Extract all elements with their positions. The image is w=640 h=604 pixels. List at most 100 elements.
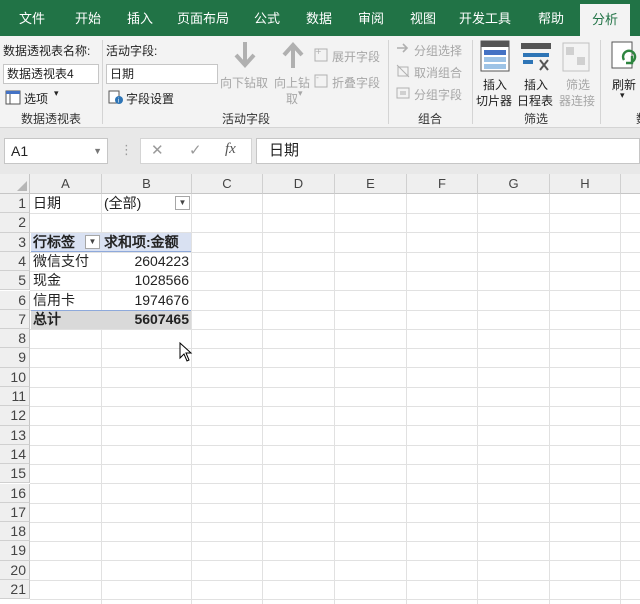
row-header[interactable]: 6 <box>0 290 30 310</box>
row-header[interactable]: 18 <box>0 522 30 542</box>
tab-insert[interactable]: 插入 <box>114 0 166 36</box>
tab-developer[interactable]: 开发工具 <box>452 0 518 36</box>
field-settings-icon: i <box>108 89 124 108</box>
collapse-field-button[interactable]: 折叠字段 <box>332 74 380 91</box>
drill-up-button[interactable]: 向上钻 <box>274 74 310 91</box>
filter-connections-label-line2: 器连接 <box>559 94 596 108</box>
group-label-active-field: 活动字段 <box>221 112 270 126</box>
arrow-up-icon <box>280 40 306 73</box>
row-header[interactable]: 8 <box>0 329 30 349</box>
row-header[interactable]: 13 <box>0 425 30 445</box>
pivot-value-header[interactable]: 求和项:金额 <box>102 233 191 252</box>
column-header-next[interactable] <box>621 174 640 194</box>
name-box[interactable]: A1 ▼ <box>4 138 108 164</box>
options-chevron-down-icon[interactable]: ▾ <box>54 88 59 99</box>
column-header-g[interactable]: G <box>478 174 550 194</box>
tab-help[interactable]: 帮助 <box>528 0 574 36</box>
more-options-icon[interactable]: ⋮ <box>120 142 133 158</box>
drill-down-button[interactable]: 向下钻取 <box>220 74 268 91</box>
svg-text:-: - <box>316 74 319 82</box>
row-header[interactable]: 3 <box>0 232 30 252</box>
column-header-d[interactable]: D <box>263 174 335 194</box>
tab-file[interactable]: 文件 <box>6 0 58 36</box>
worksheet-grid[interactable]: A B C D E F G H 1 2 3 4 5 6 7 8 9 10 11 … <box>0 174 640 604</box>
tab-data[interactable]: 数据 <box>296 0 342 36</box>
column-header-c[interactable]: C <box>192 174 263 194</box>
group-label-pivottable: 数据透视表 <box>20 112 81 126</box>
row-header[interactable]: 15 <box>0 464 30 484</box>
slicer-icon <box>480 40 510 75</box>
column-header-f[interactable]: F <box>407 174 478 194</box>
tab-view[interactable]: 视图 <box>400 0 446 36</box>
row-header[interactable]: 7 <box>0 309 30 330</box>
column-header-h[interactable]: H <box>550 174 621 194</box>
filter-dropdown-icon[interactable]: ▼ <box>175 196 190 210</box>
insert-function-icon[interactable]: fx <box>225 141 236 158</box>
gridline <box>620 194 621 604</box>
row-header[interactable]: 20 <box>0 560 30 580</box>
pivot-filter-field[interactable]: 日期 <box>31 194 101 213</box>
pivot-row-label[interactable]: 微信支付 <box>31 252 101 271</box>
group-field-button[interactable]: 分组字段 <box>414 86 462 103</box>
gridline <box>30 367 640 369</box>
cancel-icon[interactable]: ✕ <box>151 141 164 159</box>
row-header[interactable]: 19 <box>0 541 30 561</box>
pivot-filter-value[interactable]: (全部) <box>102 194 172 213</box>
row-header[interactable]: 5 <box>0 271 30 291</box>
tab-analyze[interactable]: 分析 <box>580 4 630 36</box>
column-header-a[interactable]: A <box>30 174 102 194</box>
pivot-row-value[interactable]: 2604223 <box>102 252 191 271</box>
row-header[interactable]: 4 <box>0 251 30 272</box>
column-header-b[interactable]: B <box>102 174 192 194</box>
formula-input[interactable]: 日期 <box>256 138 640 164</box>
refresh-icon <box>610 40 638 75</box>
gridline <box>30 521 640 523</box>
row-header[interactable]: 21 <box>0 580 30 600</box>
row-header[interactable]: 12 <box>0 406 30 426</box>
filter-connections-button[interactable]: 筛选 <box>566 76 590 93</box>
row-header[interactable]: 17 <box>0 502 30 523</box>
row-labels-filter-icon[interactable]: ▼ <box>85 235 100 249</box>
options-button[interactable]: 选项 <box>24 90 48 107</box>
tab-home[interactable]: 开始 <box>62 0 114 36</box>
pivot-row-value[interactable]: 1974676 <box>102 291 191 310</box>
pivot-row-value[interactable]: 1028566 <box>102 271 191 290</box>
enter-icon[interactable]: ✓ <box>189 141 202 159</box>
row-header[interactable]: 1 <box>0 194 30 214</box>
row-header[interactable]: 2 <box>0 213 30 233</box>
chevron-down-icon[interactable]: ▼ <box>93 139 102 163</box>
select-all-button[interactable] <box>0 174 30 194</box>
tab-formulas[interactable]: 公式 <box>244 0 290 36</box>
gridline <box>30 502 640 504</box>
pivot-total-value[interactable]: 5607465 <box>102 310 191 329</box>
group-selection-button[interactable]: 分组选择 <box>414 42 462 59</box>
pivot-row-label[interactable]: 信用卡 <box>31 291 101 310</box>
row-header[interactable]: 10 <box>0 367 30 387</box>
pivot-total-label[interactable]: 总计 <box>31 310 101 329</box>
row-header[interactable]: 11 <box>0 387 30 407</box>
row-header[interactable]: 9 <box>0 348 30 368</box>
ungroup-button[interactable]: 取消组合 <box>414 64 462 81</box>
insert-timeline-button[interactable]: 插入 <box>524 76 548 93</box>
field-settings-button[interactable]: 字段设置 <box>126 90 174 107</box>
column-header-e[interactable]: E <box>335 174 407 194</box>
formula-bar: A1 ▼ ⋮ ✕ ✓ fx 日期 <box>0 128 640 174</box>
row-header[interactable]: 14 <box>0 444 30 465</box>
ribbon-panel: 数据透视表名称: 数据透视表4 选项 ▾ 数据透视表 活动字段: 日期 i 字段… <box>0 36 640 128</box>
tab-page-layout[interactable]: 页面布局 <box>170 0 236 36</box>
gridline <box>30 444 640 446</box>
tab-review[interactable]: 审阅 <box>348 0 394 36</box>
collapse-field-icon: - <box>314 73 330 91</box>
refresh-chevron-down-icon[interactable]: ▾ <box>620 90 625 101</box>
expand-field-button[interactable]: 展开字段 <box>332 48 380 65</box>
active-field-input[interactable]: 日期 <box>106 64 218 84</box>
pivot-name-field[interactable]: 数据透视表4 <box>3 64 99 84</box>
row-header[interactable]: 16 <box>0 483 30 503</box>
insert-slicer-button[interactable]: 插入 <box>483 76 507 93</box>
formula-buttons: ✕ ✓ fx <box>140 138 252 164</box>
pivot-row-label[interactable]: 现金 <box>31 271 101 290</box>
mouse-pointer-icon <box>179 341 193 365</box>
gridline <box>191 194 192 604</box>
filter-connections-icon <box>562 42 590 75</box>
name-box-value: A1 <box>11 143 29 159</box>
